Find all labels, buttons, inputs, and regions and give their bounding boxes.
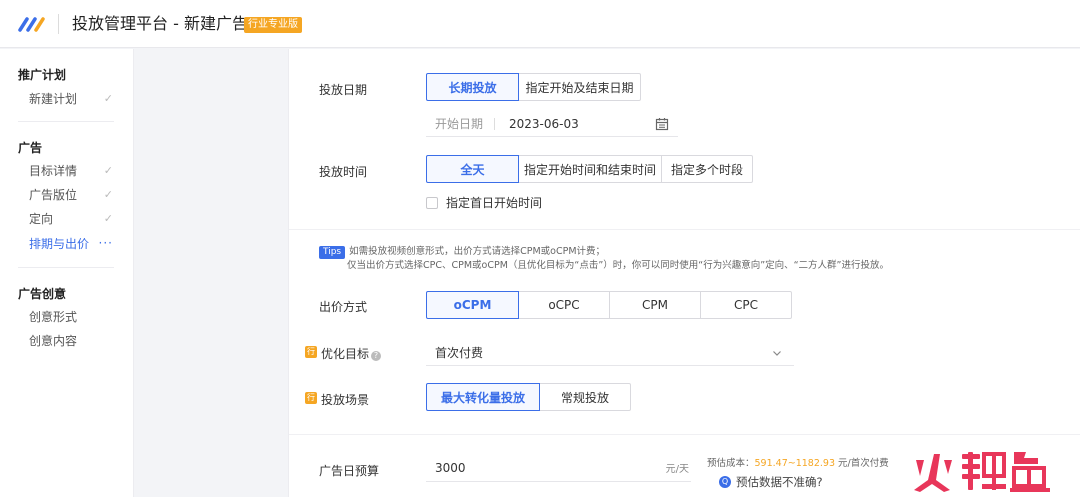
estimated-cost-suffix: 元/首次付费 — [835, 458, 889, 469]
schedule-time-label: 投放时间 — [319, 165, 368, 179]
bid-cpm-button[interactable]: CPM — [609, 291, 701, 319]
check-icon: ✓ — [103, 211, 113, 225]
tips-line-2: 仅当出价方式选择CPC、CPM或oCPM（且优化目标为“点击”）时，你可以同时使… — [347, 260, 889, 271]
section-divider — [289, 229, 1080, 230]
optimization-goal-label: 优化目标? — [321, 345, 382, 362]
edition-badge: 行业专业版 — [244, 17, 302, 33]
daily-budget-input[interactable]: 3000 元/天 — [426, 454, 691, 482]
budget-unit: 元/天 — [665, 464, 689, 475]
schedule-date-range-button[interactable]: 指定开始及结束日期 — [518, 73, 641, 101]
sidebar-item-new-plan[interactable]: 新建计划 ✓ — [29, 90, 113, 106]
optimization-goal-value: 首次付费 — [435, 346, 484, 360]
sidebar-divider — [18, 267, 114, 268]
schedule-long-term-button[interactable]: 长期投放 — [426, 73, 519, 101]
schedule-time-segment: 全天 指定开始时间和结束时间 指定多个时段 — [426, 155, 753, 183]
optimization-goal-select[interactable]: 首次付费 — [426, 340, 794, 366]
more-icon: ··· — [98, 236, 113, 250]
schedule-date-segment: 长期投放 指定开始及结束日期 — [426, 73, 641, 101]
scene-regular-button[interactable]: 常规投放 — [539, 383, 631, 411]
bid-method-segment: oCPM oCPC CPM CPC — [426, 291, 792, 319]
sidebar-item-label: 定向 — [29, 211, 54, 226]
start-date-value: 2023-06-03 — [509, 116, 579, 131]
form-panel: 投放日期 长期投放 指定开始及结束日期 开始日期 2023-06-03 投放时间… — [288, 49, 1080, 497]
time-all-day-button[interactable]: 全天 — [426, 155, 519, 183]
sidebar-item-target-detail[interactable]: 目标详情 ✓ — [29, 162, 113, 178]
sidebar-divider — [18, 121, 114, 122]
estimated-cost: 预估成本：591.47~1182.93 元/首次付费 — [707, 455, 889, 469]
scene-max-conversion-button[interactable]: 最大转化量投放 — [426, 383, 540, 411]
estimate-inaccurate-link[interactable]: Q 预估数据不准确? — [719, 474, 823, 490]
sidebar-item-creative-format[interactable]: 创意形式 — [29, 308, 113, 324]
chevron-down-icon — [773, 350, 781, 356]
time-multi-slot-button[interactable]: 指定多个时段 — [661, 155, 753, 183]
scene-segment: 最大转化量投放 常规投放 — [426, 383, 631, 411]
checkbox-box[interactable] — [426, 196, 438, 209]
sidebar-item-schedule-bid[interactable]: 排期与出价 ··· — [29, 235, 113, 251]
scene-label: 投放场景 — [321, 393, 370, 407]
page-title: 投放管理平台 - 新建广告 — [72, 14, 248, 33]
sidebar-item-label: 目标详情 — [29, 163, 78, 178]
start-date-field[interactable]: 开始日期 2023-06-03 — [426, 111, 678, 137]
sidebar-item-creative-content[interactable]: 创意内容 — [29, 332, 113, 348]
bid-cpc-button[interactable]: CPC — [700, 291, 792, 319]
brand-logo-icon[interactable] — [18, 16, 46, 32]
estimated-cost-range: 591.47~1182.93 — [754, 458, 836, 469]
estimated-cost-prefix: 预估成本： — [707, 458, 755, 469]
sidebar-item-label: 新建计划 — [29, 91, 78, 106]
time-range-button[interactable]: 指定开始时间和结束时间 — [518, 155, 662, 183]
tips-notice: Tips 如需投放视频创意形式，出价方式请选择CPM或oCPM计费； 仅当出价方式… — [319, 245, 889, 273]
sidebar-nav: 推广计划 新建计划 ✓ 广告 目标详情 ✓ 广告版位 ✓ 定向 ✓ 排期与出价 … — [0, 49, 134, 497]
sidebar-item-label: 创意形式 — [29, 309, 78, 324]
tips-line-1: 如需投放视频创意形式，出价方式请选择CPM或oCPM计费； — [349, 246, 606, 257]
daily-budget-label: 广告日预算 — [319, 464, 380, 478]
tips-badge: Tips — [319, 246, 346, 259]
sidebar-item-label: 广告版位 — [29, 187, 78, 202]
sidebar-item-targeting[interactable]: 定向 ✓ — [29, 210, 113, 226]
first-day-start-checkbox[interactable]: 指定首日开始时间 — [426, 194, 542, 211]
sidebar-group-title: 广告 — [18, 141, 43, 155]
help-icon[interactable]: ? — [371, 351, 382, 361]
sidebar-group-title: 广告创意 — [18, 287, 67, 301]
sidebar-item-label: 排期与出价 — [29, 236, 90, 251]
section-divider — [289, 434, 1080, 435]
question-icon: Q — [719, 476, 731, 488]
schedule-date-label: 投放日期 — [319, 83, 368, 97]
check-icon: ✓ — [103, 91, 113, 105]
top-header: 投放管理平台 - 新建广告 行业专业版 — [0, 0, 1080, 48]
bid-method-label: 出价方式 — [319, 300, 368, 314]
checkbox-label: 指定首日开始时间 — [446, 196, 543, 210]
estimate-inaccurate-text: 预估数据不准确? — [736, 475, 823, 489]
watermark-logo-icon — [914, 452, 1050, 492]
sidebar-item-placement[interactable]: 广告版位 ✓ — [29, 186, 113, 202]
bid-ocpm-button[interactable]: oCPM — [426, 291, 519, 319]
industry-badge-icon: 行 — [305, 346, 317, 358]
daily-budget-value: 3000 — [435, 460, 466, 475]
check-icon: ✓ — [103, 187, 113, 201]
header-divider — [58, 14, 59, 34]
start-date-placeholder: 开始日期 — [435, 117, 484, 131]
industry-badge-icon: 行 — [305, 392, 317, 404]
calendar-icon[interactable] — [655, 117, 669, 131]
check-icon: ✓ — [103, 163, 113, 177]
sidebar-group-title: 推广计划 — [18, 68, 67, 82]
bid-ocpc-button[interactable]: oCPC — [518, 291, 610, 319]
optimization-goal-text: 优化目标 — [321, 347, 370, 361]
sidebar-item-label: 创意内容 — [29, 333, 78, 348]
